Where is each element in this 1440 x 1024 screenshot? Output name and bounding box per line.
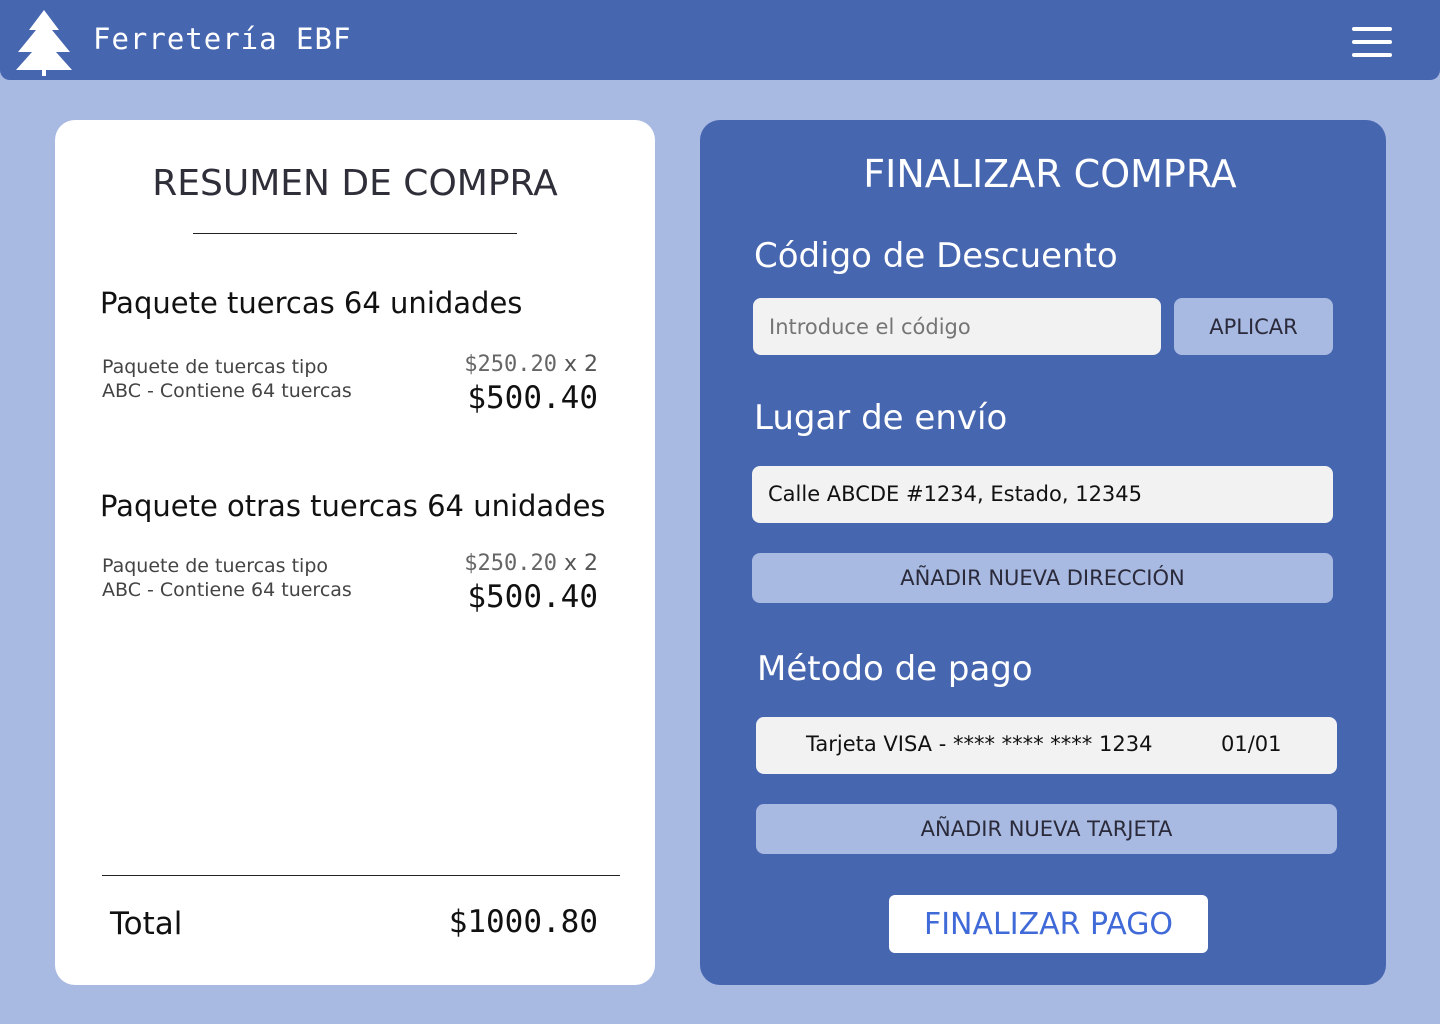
- shipping-address-text: Calle ABCDE #1234, Estado, 12345: [768, 482, 1143, 506]
- quantity: x 2: [563, 352, 598, 377]
- hamburger-menu-icon[interactable]: [1352, 27, 1392, 59]
- item-line-total: $500.40: [467, 579, 598, 615]
- total-value: $1000.80: [448, 904, 598, 940]
- apply-discount-button[interactable]: APLICAR: [1174, 298, 1333, 355]
- discount-code-input[interactable]: [753, 298, 1161, 355]
- checkout-title: FINALIZAR COMPRA: [863, 152, 1237, 196]
- total-divider: [102, 875, 620, 876]
- title-divider: [193, 233, 517, 234]
- add-card-button[interactable]: AÑADIR NUEVA TARJETA: [756, 804, 1337, 854]
- shipping-address-field[interactable]: Calle ABCDE #1234, Estado, 12345: [752, 466, 1333, 523]
- total-label: Total: [110, 906, 183, 942]
- summary-title: RESUMEN DE COMPRA: [152, 163, 558, 204]
- brand-name: Ferretería EBF: [93, 22, 352, 56]
- item-unit-price: $250.20 x 2: [464, 551, 598, 576]
- top-bar: Ferretería EBF: [0, 0, 1440, 80]
- item-description-line: Paquete de tuercas tipo: [102, 356, 329, 378]
- quantity: x 2: [563, 551, 598, 576]
- unit-price: $250.20: [464, 551, 557, 576]
- item-name: Paquete otras tuercas 64 unidades: [100, 489, 606, 523]
- pine-tree-icon[interactable]: [16, 10, 72, 76]
- finish-payment-button[interactable]: FINALIZAR PAGO: [889, 895, 1208, 953]
- item-name: Paquete tuercas 64 unidades: [100, 286, 523, 320]
- item-description: Paquete de tuercas tipo ABC - Contiene 6…: [102, 355, 402, 403]
- payment-method-label: Método de pago: [757, 649, 1033, 689]
- card-number-text: Tarjeta VISA - **** **** **** 1234: [806, 732, 1153, 756]
- item-line-total: $500.40: [467, 380, 598, 416]
- item-description-line: Paquete de tuercas tipo: [102, 555, 329, 577]
- item-unit-price: $250.20 x 2: [464, 352, 598, 377]
- unit-price: $250.20: [464, 352, 557, 377]
- item-description: Paquete de tuercas tipo ABC - Contiene 6…: [102, 554, 402, 602]
- add-address-button[interactable]: AÑADIR NUEVA DIRECCIÓN: [752, 553, 1333, 603]
- discount-code-label: Código de Descuento: [754, 236, 1118, 276]
- item-description-line: ABC - Contiene 64 tuercas: [102, 579, 352, 601]
- shipping-label: Lugar de envío: [754, 398, 1008, 438]
- card-expiry-text: 01/01: [1221, 732, 1282, 756]
- item-description-line: ABC - Contiene 64 tuercas: [102, 380, 352, 402]
